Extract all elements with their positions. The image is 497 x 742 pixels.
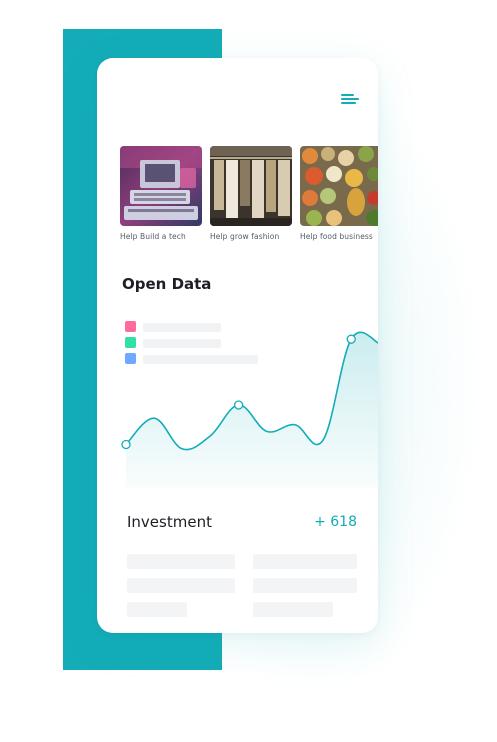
carousel-item-label: Help grow fashion — [210, 232, 280, 241]
skeleton-line — [253, 554, 357, 569]
retro-computer-image — [120, 146, 202, 226]
skeleton-line — [127, 554, 235, 569]
hamburger-menu-icon[interactable] — [341, 93, 359, 107]
carousel-item-fashion[interactable]: Help grow fashion — [210, 146, 292, 241]
chart-area-fill — [126, 332, 378, 488]
chart-data-point[interactable] — [121, 439, 131, 450]
skeleton-line — [127, 578, 235, 593]
skeleton-line — [253, 578, 357, 593]
carousel-item-label: Help food business — [300, 232, 373, 241]
skeleton-line — [253, 602, 333, 617]
investment-title: Investment — [127, 513, 212, 531]
project-carousel[interactable]: Help Build a tech Help grow fashion Help… — [120, 146, 378, 256]
carousel-item-label: Help Build a tech — [120, 232, 186, 241]
carousel-item-tech[interactable]: Help Build a tech — [120, 146, 202, 241]
open-data-chart — [121, 331, 378, 488]
chart-data-point[interactable] — [233, 400, 244, 410]
chart-data-point[interactable] — [346, 334, 356, 344]
skeleton-line — [127, 602, 187, 617]
promo-stage: Help Build a tech Help grow fashion Help… — [0, 0, 497, 742]
investment-value: + 618 — [314, 514, 357, 530]
open-data-title: Open Data — [122, 275, 212, 293]
phone-screen-card: Help Build a tech Help grow fashion Help… — [97, 58, 378, 633]
clothing-rack-image — [210, 146, 292, 226]
fruits-vegetables-image — [300, 146, 378, 226]
carousel-item-food[interactable]: Help food business — [300, 146, 378, 241]
